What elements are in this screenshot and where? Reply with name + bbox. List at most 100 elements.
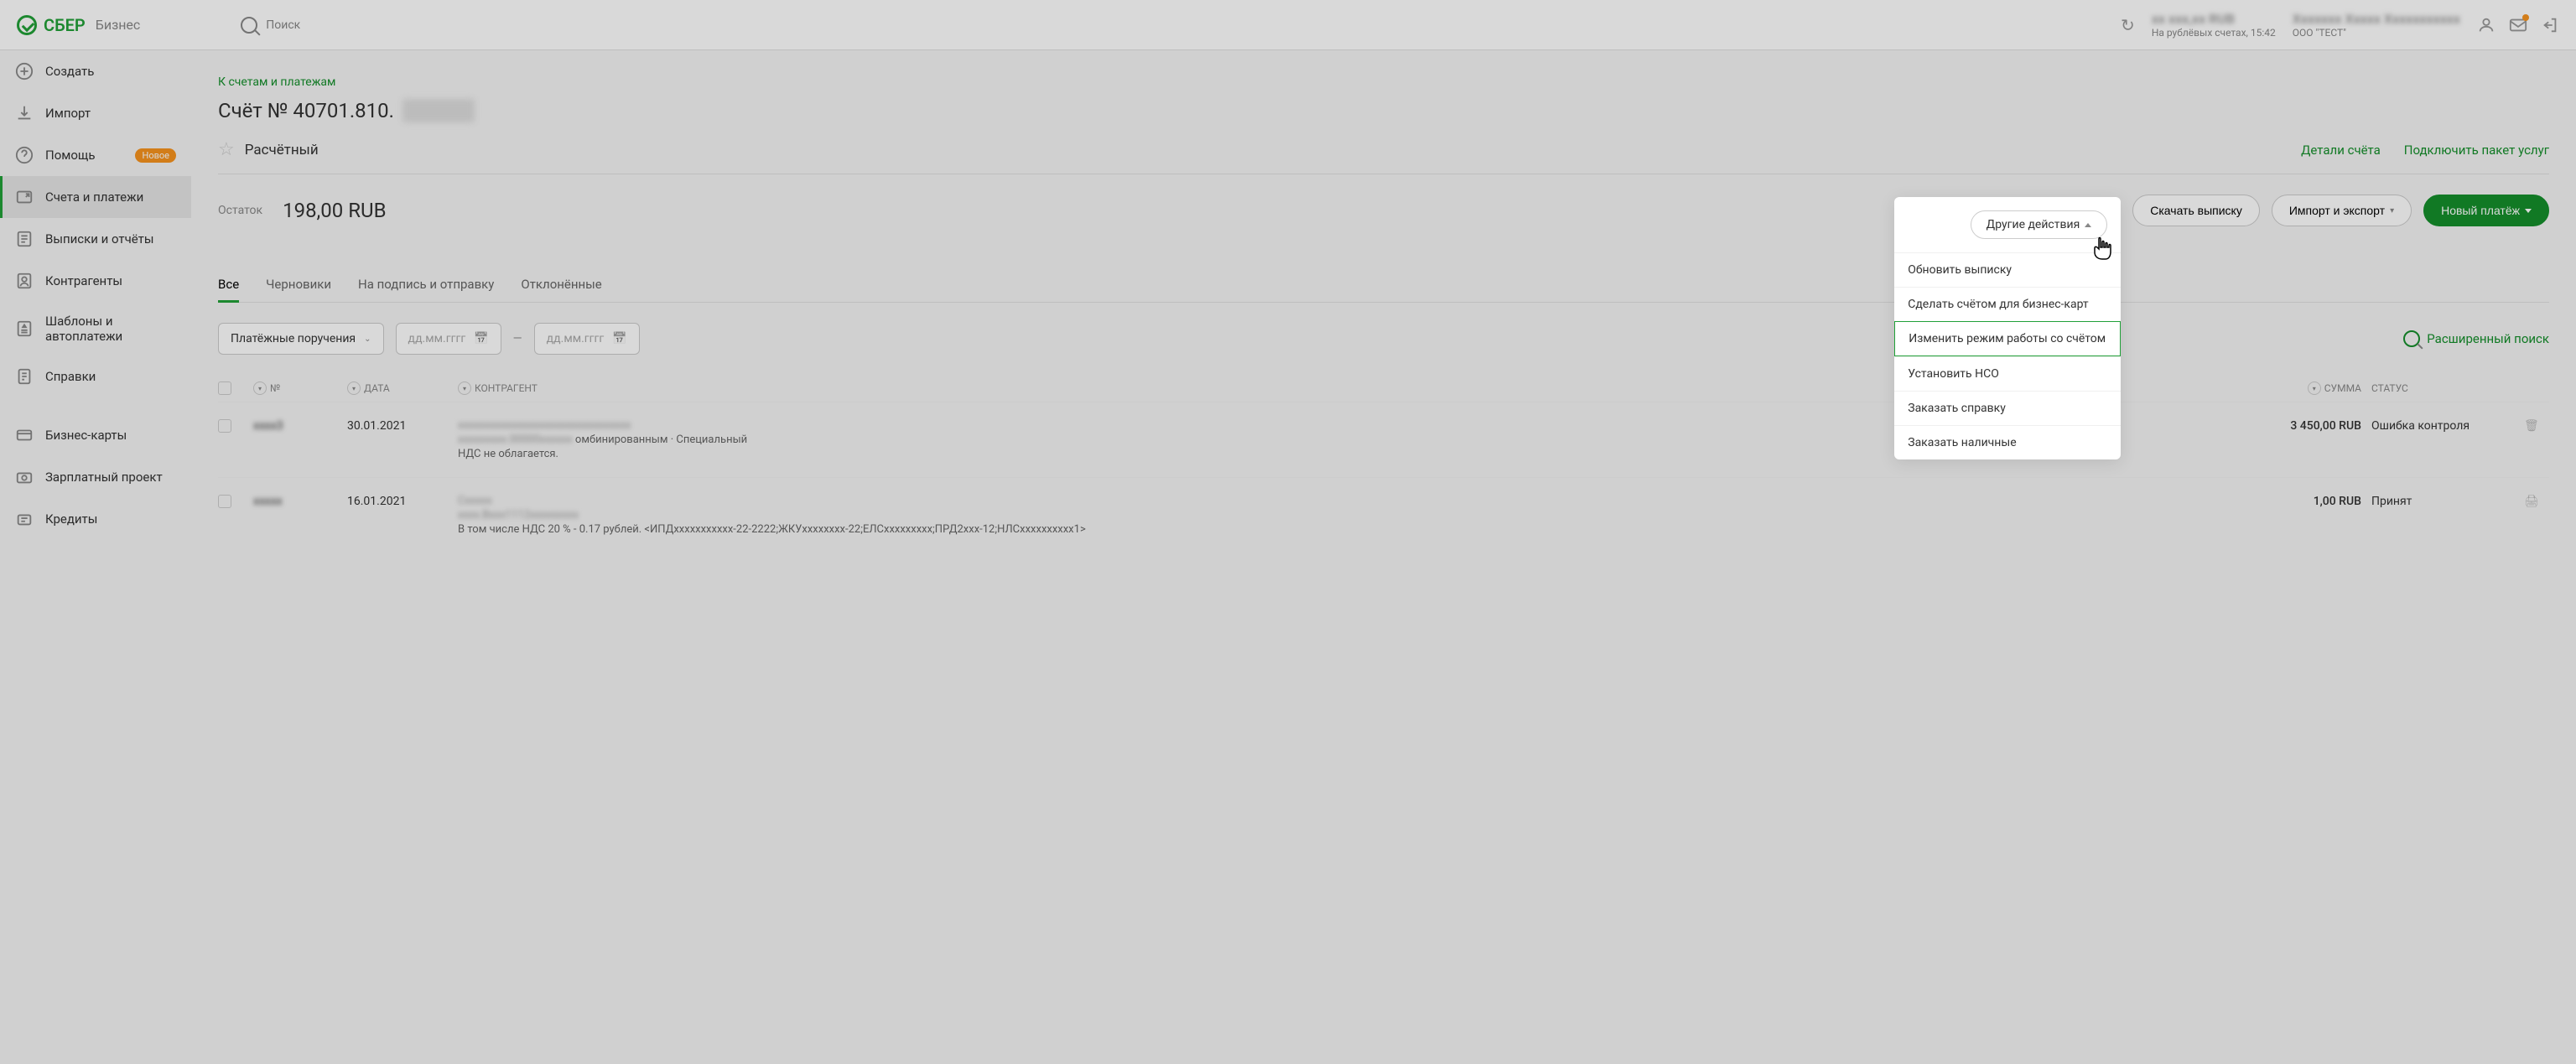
logo[interactable]: СБЕР Бизнес <box>17 15 140 35</box>
chevron-down-icon <box>2525 209 2532 213</box>
link-account-details[interactable]: Детали счёта <box>2301 143 2381 158</box>
date-from-input[interactable]: дд.мм.гггг <box>396 323 501 355</box>
date-to-input[interactable]: дд.мм.гггг <box>534 323 640 355</box>
notification-dot <box>2522 14 2529 21</box>
account-number-prefix: Счёт № 40701.810. <box>218 99 394 122</box>
sort-icon[interactable]: ▾ <box>2308 381 2321 395</box>
sidebar-label: Импорт <box>45 106 91 121</box>
row-checkbox[interactable] <box>218 419 231 433</box>
page-title: Счёт № 40701.810. <box>218 99 2549 122</box>
sidebar-label: Выписки и отчёты <box>45 231 154 247</box>
doc-type-select[interactable]: Платёжные поручения ⌄ <box>218 323 384 355</box>
sidebar-label: Контрагенты <box>45 273 122 288</box>
org-name: ООО "ТЕСТ" <box>2293 27 2346 39</box>
sidebar-item-create[interactable]: Создать <box>0 50 191 92</box>
sidebar-label: Счета и платежи <box>45 189 143 205</box>
profile-icon[interactable] <box>2477 16 2496 34</box>
new-payment-button[interactable]: Новый платёж <box>2423 195 2549 226</box>
dropdown-item-business-card[interactable]: Сделать счётом для бизнес-карт <box>1894 287 2121 321</box>
sidebar-item-contractors[interactable]: Контрагенты <box>0 260 191 302</box>
card-icon <box>15 426 34 444</box>
tab-rejected[interactable]: Отклонённые <box>521 268 601 302</box>
sber-logo-icon <box>17 15 37 35</box>
account-type: Расчётный <box>245 142 319 158</box>
credit-icon <box>15 510 34 528</box>
row-sum: 1,00 RUB <box>2227 495 2361 508</box>
calendar-icon <box>612 332 626 345</box>
col-header-number[interactable]: № <box>270 382 280 394</box>
sidebar-item-payments[interactable]: Счета и платежи <box>0 176 191 218</box>
plus-icon <box>15 62 34 80</box>
sidebar-item-templates[interactable]: Шаблоны и автоплатежи <box>0 302 191 356</box>
print-icon[interactable]: 🖨 <box>2524 495 2549 508</box>
tab-to-sign[interactable]: На подпись и отправку <box>358 268 494 302</box>
sort-icon[interactable]: ▾ <box>458 381 471 395</box>
sidebar-label: Создать <box>45 64 94 79</box>
advanced-search-link[interactable]: Расширенный поиск <box>2403 330 2549 347</box>
col-header-sum[interactable]: СУММА <box>2324 382 2361 394</box>
other-actions-dropdown: Другие действия Обновить выписку Сделать… <box>1894 197 2121 459</box>
search-icon <box>2403 330 2420 347</box>
table-header: ▾№ ▾ДАТА ▾КОНТРАГЕНТ ▾СУММА СТАТУС <box>218 375 2549 402</box>
row-number: xxxxx <box>253 495 283 508</box>
import-export-button[interactable]: Импорт и экспорт ▾ <box>2272 195 2412 226</box>
favorite-star-icon[interactable]: ☆ <box>218 139 235 160</box>
sidebar: Создать Импорт Помощь Новое Счета и плат… <box>0 50 191 1064</box>
search-placeholder: Поиск <box>266 18 300 32</box>
link-connect-package[interactable]: Подключить пакет услуг <box>2404 143 2549 158</box>
search-area[interactable]: Поиск <box>241 17 300 34</box>
sidebar-label: Шаблоны и автоплатежи <box>45 314 176 344</box>
row-date: 16.01.2021 <box>347 495 448 508</box>
sidebar-item-help[interactable]: Помощь Новое <box>0 134 191 176</box>
row-status: Принят <box>2371 495 2514 508</box>
reports-icon <box>15 230 34 248</box>
dropdown-item-order-reference[interactable]: Заказать справку <box>1894 391 2121 425</box>
app-header: СБЕР Бизнес Поиск ↻ xx xxx,xx RUB На руб… <box>0 0 2576 50</box>
table-row[interactable]: xxxxx 16.01.2021 Cxxxxx xxxx.Bxxx1112xxx… <box>218 477 2549 553</box>
dropdown-item-set-nso[interactable]: Установить НСО <box>1894 356 2121 391</box>
row-status: Ошибка контроля <box>2371 419 2514 433</box>
sidebar-item-cards[interactable]: Бизнес-карты <box>0 414 191 456</box>
balance-label: Остаток <box>218 204 262 217</box>
sidebar-item-docs[interactable]: Справки <box>0 356 191 397</box>
sidebar-item-reports[interactable]: Выписки и отчёты <box>0 218 191 260</box>
dropdown-item-order-cash[interactable]: Заказать наличные <box>1894 425 2121 459</box>
sort-icon[interactable]: ▾ <box>347 381 361 395</box>
logout-icon[interactable] <box>2541 16 2559 34</box>
refresh-icon[interactable]: ↻ <box>2121 15 2135 35</box>
org-widget[interactable]: Xxxxxxx Xxxxx Xxxxxxxxxxx ООО "ТЕСТ" <box>2293 11 2460 39</box>
other-actions-button[interactable]: Другие действия <box>1971 210 2108 239</box>
tab-all[interactable]: Все <box>218 268 239 303</box>
balance-value: 198,00 RUB <box>283 199 386 222</box>
new-badge: Новое <box>135 148 176 163</box>
row-checkbox[interactable] <box>218 495 231 508</box>
main-content: К счетам и платежам Счёт № 40701.810. ☆ … <box>191 50 2576 578</box>
tab-drafts[interactable]: Черновики <box>266 268 331 302</box>
col-header-status[interactable]: СТАТУС <box>2371 382 2408 394</box>
sidebar-item-import[interactable]: Импорт <box>0 92 191 134</box>
row-sum: 3 450,00 RUB <box>2227 419 2361 433</box>
logo-subtext: Бизнес <box>96 17 141 33</box>
templates-icon <box>15 319 34 338</box>
download-statement-button[interactable]: Скачать выписку <box>2132 195 2260 226</box>
sidebar-label: Справки <box>45 369 96 384</box>
sidebar-label: Помощь <box>45 148 96 163</box>
sidebar-item-salary[interactable]: Зарплатный проект <box>0 456 191 498</box>
select-all-checkbox[interactable] <box>218 381 231 395</box>
delete-icon[interactable]: 🗑 <box>2524 419 2549 433</box>
col-header-contractor[interactable]: КОНТРАГЕНТ <box>475 382 538 394</box>
dropdown-item-change-mode[interactable]: Изменить режим работы со счётом <box>1894 321 2121 356</box>
contractors-icon <box>15 272 34 290</box>
col-header-date[interactable]: ДАТА <box>364 382 390 394</box>
breadcrumb[interactable]: К счетам и платежам <box>218 75 2549 89</box>
row-contractor: Cxxxxx xxxx.Bxxx1112xxxxxxxxx В том числ… <box>458 495 2217 536</box>
balance-widget[interactable]: xx xxx,xx RUB На рублёвых счетах, 15:42 <box>2152 11 2276 39</box>
date-range-dash: — <box>513 332 522 345</box>
sort-icon[interactable]: ▾ <box>253 381 267 395</box>
tabs: Все Черновики На подпись и отправку Откл… <box>218 268 2549 303</box>
messages-icon[interactable] <box>2509 16 2527 34</box>
sidebar-item-credit[interactable]: Кредиты <box>0 498 191 540</box>
help-icon <box>15 146 34 164</box>
dropdown-item-refresh[interactable]: Обновить выписку <box>1894 252 2121 287</box>
table-row[interactable]: xxxx3 30.01.2021 xxxxxxxxxxxxxxxxxxxxxxx… <box>218 402 2549 477</box>
